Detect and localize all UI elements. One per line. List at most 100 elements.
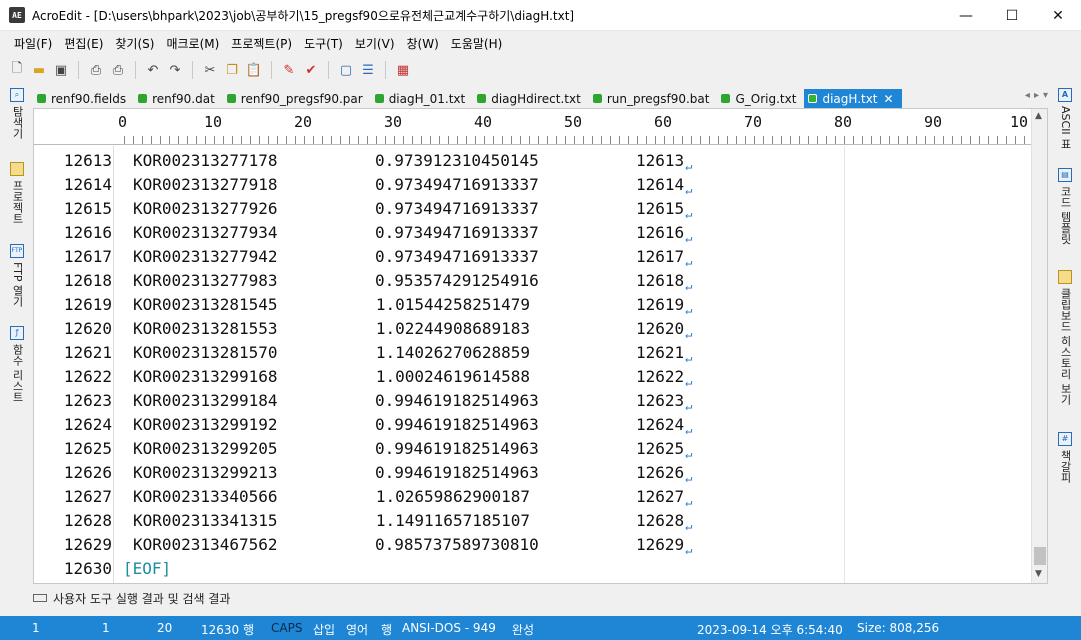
text-line: 12626 KOR002313299213 0.994619182514963 126…: [34, 460, 1031, 485]
value-cell: 1.02244908689183: [375, 318, 530, 338]
id-cell: KOR002313277178: [133, 150, 278, 170]
project-panel-button[interactable]: 프로젝트: [8, 162, 26, 224]
line-number: 12616: [63, 222, 112, 242]
line-number: 12626: [63, 462, 112, 482]
ruler-label: 40: [474, 113, 493, 131]
side-label: 함수 리스트: [11, 344, 24, 403]
tab-label: diagH_01.txt: [388, 91, 466, 106]
text-line: 12617 KOR002313277942 0.973494716913337 126…: [34, 244, 1031, 269]
index-cell: 12616↵: [636, 222, 693, 245]
text-line: 12619 KOR002313281545 1.01544258251479 1261…: [34, 292, 1031, 317]
text-line: 12614 KOR002313277918 0.973494716913337 126…: [34, 172, 1031, 197]
menu-file[interactable]: 파일(F): [8, 35, 58, 52]
text-line: 12625 KOR002313299205 0.994619182514963 126…: [34, 436, 1031, 461]
maximize-button[interactable]: ☐: [989, 0, 1035, 31]
new-file-icon[interactable]: 🗋: [8, 61, 26, 79]
tab-run-pregsf90[interactable]: run_pregsf90.bat: [589, 89, 718, 108]
cut-icon[interactable]: ✂: [201, 61, 219, 79]
redo-icon[interactable]: ↷: [166, 61, 184, 79]
tab-renf90-fields[interactable]: renf90.fields: [33, 89, 134, 108]
index-cell: 12629↵: [636, 534, 693, 557]
copy-icon[interactable]: ❐: [223, 61, 241, 79]
scroll-up-icon[interactable]: ▲: [1035, 111, 1042, 121]
save-icon[interactable]: ▣: [52, 61, 70, 79]
eol-icon: ↵: [685, 278, 693, 293]
ruler-label: 70: [744, 113, 763, 131]
menu-macro[interactable]: 매크로(M): [160, 35, 225, 52]
scroll-down-icon[interactable]: ▼: [1035, 569, 1042, 579]
tab-diagh-01[interactable]: diagH_01.txt: [371, 89, 474, 108]
menu-tools[interactable]: 도구(T): [298, 35, 349, 52]
check-icon[interactable]: ✔: [302, 61, 320, 79]
id-cell: KOR002313340566: [133, 486, 278, 506]
id-cell: KOR002313281570: [133, 342, 278, 362]
status-line-count: 12630 행: [201, 623, 255, 637]
index-cell: 12621↵: [636, 342, 693, 365]
ruler-label: 60: [654, 113, 673, 131]
status-completion: 완성: [512, 623, 535, 637]
text-line: 12613 KOR002313277178 0.973912310450145 126…: [34, 148, 1031, 173]
value-cell: 0.973494716913337: [375, 246, 539, 266]
ruler-label: 20: [294, 113, 313, 131]
menu-help[interactable]: 도움말(H): [445, 35, 509, 52]
print-preview-icon[interactable]: ⎙: [87, 61, 105, 79]
paste-icon[interactable]: 📋: [245, 61, 263, 79]
text-editor[interactable]: 0 10 20 30 40 50 60 70 80 90 10 12613 KOR…: [33, 108, 1048, 584]
left-side-panel: ⌕ 탐색기 프로젝트 FTP FTP 열기 ƒ 함수 리스트: [0, 86, 31, 586]
tab-list-icon[interactable]: ▾: [1043, 90, 1048, 101]
tab-navigation: ◂ ▸ ▾: [1025, 90, 1048, 101]
menu-view[interactable]: 보기(V): [349, 35, 401, 52]
line-number: 12623: [63, 390, 112, 410]
menu-window[interactable]: 창(W): [401, 35, 445, 52]
close-tab-icon[interactable]: ✕: [884, 92, 894, 106]
eol-icon: ↵: [685, 302, 693, 317]
ascii-table-panel-button[interactable]: A ASCII 표: [1056, 88, 1074, 149]
tab-label: diagHdirect.txt: [491, 91, 581, 106]
undo-icon[interactable]: ↶: [144, 61, 162, 79]
calc-icon[interactable]: ▦: [394, 61, 412, 79]
value-cell: 0.973494716913337: [375, 174, 539, 194]
line-number: 12628: [63, 510, 112, 530]
open-folder-icon[interactable]: ▬: [30, 61, 48, 79]
explorer-icon: ⌕: [10, 88, 24, 102]
tab-renf90-dat[interactable]: renf90.dat: [134, 89, 223, 108]
folder-icon: [10, 162, 24, 176]
value-cell: 0.985737589730810: [375, 534, 539, 554]
right-side-panel: A ASCII 표 ▤ 코드 템플릿 클립보드 히스토리 보기 # 책갈피: [1050, 86, 1081, 586]
tab-diaghdirect[interactable]: diagHdirect.txt: [473, 89, 589, 108]
bookmark-panel-button[interactable]: # 책갈피: [1056, 432, 1074, 483]
menu-project[interactable]: 프로젝트(P): [225, 35, 298, 52]
ftp-panel-button[interactable]: FTP FTP 열기: [8, 244, 26, 307]
id-cell: KOR002313277942: [133, 246, 278, 266]
status-encoding[interactable]: ANSI-DOS - 949: [402, 621, 496, 635]
window-icon[interactable]: ▢: [337, 61, 355, 79]
marker-icon[interactable]: ✎: [280, 61, 298, 79]
value-cell: 0.994619182514963: [375, 390, 539, 410]
output-panel-tab[interactable]: 사용자 도구 실행 결과 및 검색 결과: [33, 588, 433, 608]
minimize-button[interactable]: —: [943, 0, 989, 31]
index-cell: 12613↵: [636, 150, 693, 173]
vertical-scrollbar[interactable]: ▲ ▼: [1031, 109, 1047, 583]
line-number: 12624: [63, 414, 112, 434]
tab-next-icon[interactable]: ▸: [1034, 90, 1039, 101]
index-cell: 12626↵: [636, 462, 693, 485]
tab-prev-icon[interactable]: ◂: [1025, 90, 1030, 101]
clipboard-history-panel-button[interactable]: 클립보드 히스토리 보기: [1056, 270, 1074, 405]
value-cell: 1.00024619614588: [375, 366, 530, 386]
tab-g-orig[interactable]: G_Orig.txt: [717, 89, 804, 108]
menu-find[interactable]: 찾기(S): [109, 35, 160, 52]
id-cell: KOR002313299184: [133, 390, 278, 410]
tab-diagh[interactable]: diagH.txt ✕: [804, 89, 902, 108]
list-icon[interactable]: ☰: [359, 61, 377, 79]
tab-label: G_Orig.txt: [735, 91, 797, 106]
tab-renf90-pregsf90-par[interactable]: renf90_pregsf90.par: [223, 89, 371, 108]
menu-edit[interactable]: 편집(E): [58, 35, 109, 52]
code-template-panel-button[interactable]: ▤ 코드 템플릿: [1056, 168, 1074, 245]
explorer-panel-button[interactable]: ⌕ 탐색기: [8, 88, 26, 139]
function-list-panel-button[interactable]: ƒ 함수 리스트: [8, 326, 26, 403]
eof-marker: [EOF]: [123, 558, 172, 578]
scrollbar-thumb[interactable]: [1034, 547, 1046, 565]
print-icon[interactable]: ⎙: [109, 61, 127, 79]
close-button[interactable]: ✕: [1035, 0, 1081, 31]
app-icon: AE: [9, 7, 25, 23]
